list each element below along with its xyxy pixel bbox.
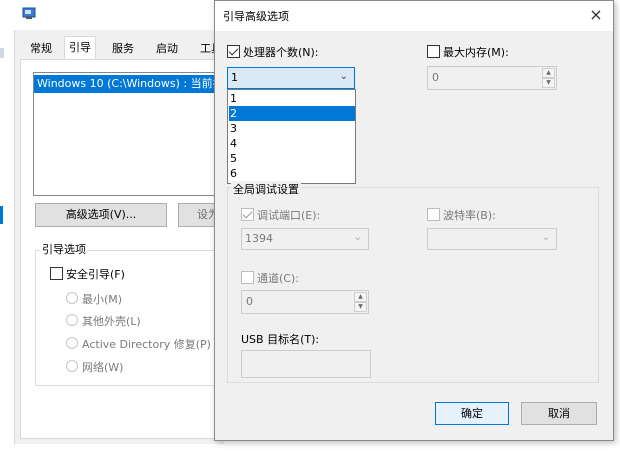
spin-up-icon[interactable]: ▲ — [354, 292, 367, 302]
processor-option-5[interactable]: 5 — [229, 151, 355, 166]
processor-option-6[interactable]: 6 — [229, 166, 355, 181]
processor-option-3[interactable]: 3 — [229, 121, 355, 136]
close-icon[interactable]: × — [583, 3, 609, 27]
tab-tools[interactable]: 工具 — [196, 38, 216, 60]
tab-services[interactable]: 服务 — [108, 38, 138, 60]
processor-option-2[interactable]: 2 — [229, 106, 355, 121]
debug-settings-title: 全局调试设置 — [231, 181, 301, 197]
processor-count-select[interactable]: 1 ⌄ — [227, 67, 355, 89]
max-memory-spin-buttons: ▲ ▼ — [542, 68, 555, 88]
baud-rate-label: 波特率(B): — [443, 209, 496, 222]
minimal-label: 最小(M) — [82, 293, 123, 306]
minimal-radio[interactable] — [66, 292, 78, 304]
processor-count-label: 处理器个数(N): — [243, 46, 319, 59]
spin-down-icon[interactable]: ▼ — [354, 302, 367, 312]
usb-target-label: USB 目标名(T): — [241, 333, 320, 346]
advanced-options-button[interactable]: 高级选项(V)... — [35, 203, 167, 227]
chevron-down-icon: ⌄ — [339, 71, 348, 82]
max-memory-value: 0 — [432, 71, 439, 84]
boot-entry-item[interactable]: Windows 10 (C:\Windows) : 当前操作系统 — [34, 75, 223, 93]
debug-port-label: 调试端口(E): — [257, 209, 321, 222]
channel-value: 0 — [246, 295, 253, 308]
alternate-shell-label: 其他外壳(L) — [82, 315, 141, 328]
dialog-title: 引导高级选项 — [223, 10, 289, 23]
channel-label: 通道(C): — [257, 272, 299, 285]
channel-spin-buttons: ▲ ▼ — [354, 292, 367, 312]
ad-repair-label: Active Directory 修复(P) — [82, 338, 211, 351]
processor-count-value: 1 — [231, 71, 238, 84]
channel-checkbox[interactable] — [241, 271, 254, 284]
debug-port-select[interactable]: 1394 ⌄ — [241, 228, 369, 250]
max-memory-spinner[interactable]: 0 ▲ ▼ — [427, 66, 557, 90]
baud-rate-checkbox[interactable] — [427, 208, 440, 221]
debug-port-value: 1394 — [245, 232, 273, 245]
bg-titlebar — [14, 0, 224, 28]
usb-target-input[interactable] — [241, 350, 371, 378]
cancel-button[interactable]: 取消 — [521, 402, 597, 425]
dialog-titlebar: 引导高级选项 × — [215, 1, 613, 31]
spin-down-icon[interactable]: ▼ — [542, 78, 555, 88]
network-radio[interactable] — [66, 360, 78, 372]
window-edge-mark — [0, 206, 3, 224]
debug-port-checkbox[interactable] — [241, 208, 254, 221]
channel-spinner[interactable]: 0 ▲ ▼ — [241, 290, 369, 314]
processor-option-1[interactable]: 1 — [229, 91, 355, 106]
chevron-down-icon: ⌄ — [353, 232, 362, 243]
boot-entry-list[interactable]: Windows 10 (C:\Windows) : 当前操作系统 — [33, 72, 224, 196]
tab-boot[interactable]: 引导 — [64, 36, 96, 60]
chevron-down-icon: ⌄ — [541, 232, 550, 243]
spin-up-icon[interactable]: ▲ — [542, 68, 555, 78]
baud-rate-select[interactable]: ⌄ — [427, 228, 557, 250]
tab-general[interactable]: 常规 — [26, 38, 56, 60]
ok-button[interactable]: 确定 — [435, 402, 509, 425]
tab-startup[interactable]: 启动 — [152, 38, 182, 60]
processor-option-4[interactable]: 4 — [229, 136, 355, 151]
advanced-boot-options-dialog: 引导高级选项 × 处理器个数(N): 1 ⌄ 1 2 3 4 5 6 最大内存(… — [214, 0, 614, 441]
ad-repair-radio[interactable] — [66, 337, 78, 349]
max-memory-checkbox[interactable] — [427, 45, 440, 58]
safe-boot-label: 安全引导(F) — [66, 268, 125, 281]
processor-count-checkbox[interactable] — [227, 45, 240, 58]
safe-boot-checkbox[interactable] — [50, 267, 63, 280]
boot-options-title: 引导选项 — [40, 241, 88, 257]
network-label: 网络(W) — [82, 361, 124, 374]
window-edge-mark — [0, 48, 4, 58]
alternate-shell-radio[interactable] — [66, 314, 78, 326]
system-config-icon — [22, 7, 36, 19]
max-memory-label: 最大内存(M): — [443, 46, 509, 59]
processor-count-dropdown: 1 2 3 4 5 6 — [227, 89, 356, 184]
